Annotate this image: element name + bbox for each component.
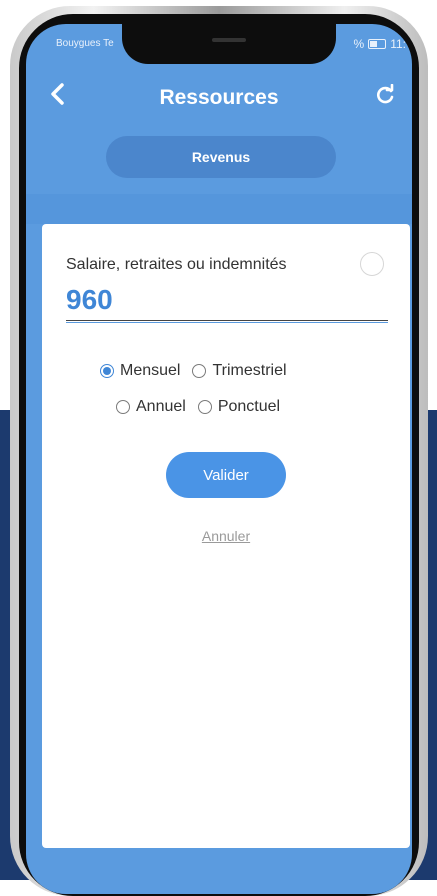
- refresh-button[interactable]: [374, 83, 398, 108]
- radio-ponctuel[interactable]: Ponctuel: [197, 398, 281, 416]
- battery-percent: %: [353, 37, 365, 51]
- cancel-link[interactable]: Annuler: [42, 528, 410, 544]
- frequency-row-2: Annuel Ponctuel: [116, 398, 292, 416]
- radio-label: Trimestriel: [212, 362, 287, 379]
- radio-checked-icon: [100, 364, 114, 378]
- radio-label: Annuel: [136, 398, 186, 415]
- form-card: Salaire, retraites ou indemnités Mensuel…: [42, 224, 410, 848]
- submit-button[interactable]: Valider: [166, 452, 286, 498]
- field-underline: [66, 322, 388, 323]
- radio-mensuel[interactable]: Mensuel: [100, 362, 180, 380]
- amount-input[interactable]: [66, 280, 388, 321]
- radio-unchecked-icon: [192, 364, 207, 378]
- app-header: Ressources: [26, 80, 412, 120]
- frequency-row-1: Mensuel Trimestriel: [100, 362, 299, 380]
- speaker-grille: [212, 38, 246, 42]
- radio-unchecked-icon: [197, 400, 212, 414]
- radio-annuel[interactable]: Annuel: [116, 398, 186, 416]
- field-toggle[interactable]: [360, 252, 384, 276]
- field-label: Salaire, retraites ou indemnités: [66, 256, 287, 273]
- clock: 11:: [390, 37, 406, 51]
- notch: [122, 24, 336, 64]
- battery-icon: [368, 39, 387, 49]
- radio-label: Mensuel: [120, 362, 181, 379]
- tab-revenus[interactable]: Revenus: [106, 136, 336, 178]
- carrier-name: Bouygues Te: [56, 38, 114, 49]
- page-title: Ressources: [159, 86, 279, 109]
- refresh-icon: [377, 83, 394, 104]
- radio-unchecked-icon: [116, 400, 130, 414]
- header-band: [26, 194, 412, 224]
- radio-label: Ponctuel: [217, 398, 281, 415]
- status-right: % 11:: [354, 37, 406, 51]
- radio-trimestriel[interactable]: Trimestriel: [192, 362, 287, 380]
- phone-screen: Bouygues Te % 11: Ressources Revenus Sal…: [26, 24, 412, 894]
